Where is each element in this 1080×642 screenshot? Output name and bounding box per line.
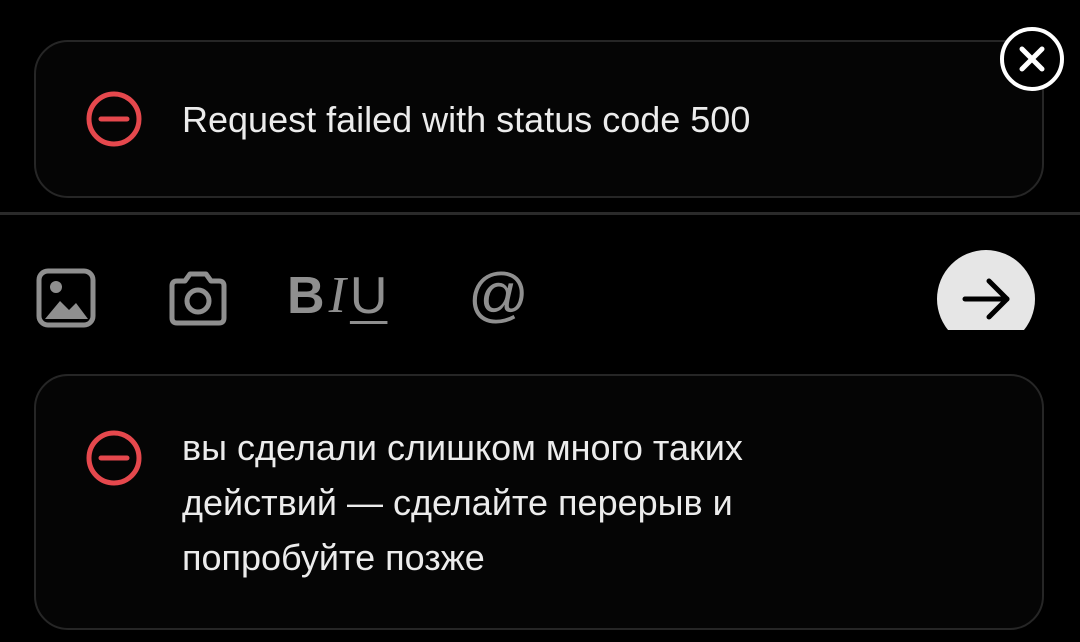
bold-button[interactable]: B bbox=[287, 268, 325, 324]
error-minus-icon bbox=[86, 91, 142, 147]
toast-message: вы сделали слишком много таких действий … bbox=[182, 427, 743, 578]
attach-image-button[interactable] bbox=[36, 268, 96, 328]
close-button[interactable] bbox=[1000, 27, 1064, 91]
error-toast-bottom: вы сделали слишком много таких действий … bbox=[34, 374, 1044, 630]
send-button[interactable] bbox=[937, 250, 1035, 330]
divider bbox=[0, 212, 1080, 215]
mention-button[interactable]: @ bbox=[468, 264, 529, 326]
error-minus-icon bbox=[86, 430, 142, 486]
error-toast-top: Request failed with status code 500 bbox=[34, 40, 1044, 198]
arrow-right-icon bbox=[962, 278, 1010, 320]
camera-button[interactable] bbox=[166, 270, 230, 328]
send-button-clip bbox=[937, 250, 1035, 330]
image-icon bbox=[36, 268, 96, 328]
close-icon bbox=[1019, 46, 1045, 72]
italic-button[interactable]: I bbox=[329, 268, 346, 324]
underline-button[interactable]: U bbox=[350, 268, 388, 324]
camera-icon bbox=[169, 271, 227, 326]
text-format-group: B I U bbox=[287, 268, 391, 332]
toast-message: Request failed with status code 500 bbox=[182, 98, 751, 140]
